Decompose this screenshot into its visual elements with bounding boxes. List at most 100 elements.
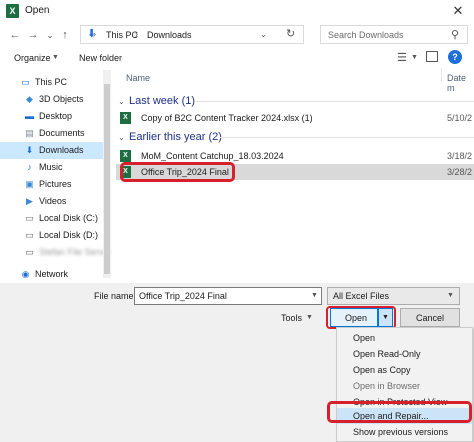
sidebar-item-documents[interactable]: ▤ Documents — [0, 125, 110, 142]
sidebar-item-desktop[interactable]: ▬ Desktop — [0, 108, 110, 125]
chevron-down-icon: ▼ — [52, 54, 59, 61]
up-arrow-icon[interactable]: ↑ — [58, 27, 72, 43]
menu-item-open-in-browser: Open in Browser — [337, 378, 472, 394]
sidebar-item-label: Downloads — [39, 145, 84, 155]
group-header-earlier-this-year[interactable]: Earlier this year (2) — [129, 131, 222, 143]
window-title: Open — [25, 5, 50, 16]
menu-item-label: Open Read-Only — [353, 349, 421, 359]
sidebar-item-music[interactable]: ♪ Music — [0, 159, 110, 176]
file-row[interactable]: X Copy of B2C Content Tracker 2024.xlsx … — [116, 110, 474, 126]
file-date: 3/18/2 — [447, 151, 473, 161]
menu-item-label: Open in Browser — [353, 381, 421, 391]
file-date: 3/28/2 — [447, 167, 473, 177]
network-drive-icon: ▭ — [25, 247, 34, 257]
preview-pane-icon[interactable] — [426, 51, 438, 62]
documents-icon: ▤ — [25, 128, 34, 138]
sidebar-item-label: Videos — [39, 196, 67, 206]
menu-item-label: Show previous versions — [353, 427, 449, 437]
menu-item-label: Open as Copy — [353, 365, 411, 375]
organize-button[interactable]: Organize — [14, 53, 51, 63]
file-name-field[interactable]: Office Trip_2024 Final ▼ — [134, 287, 322, 305]
group-divider — [196, 101, 474, 102]
chevron-down-icon[interactable]: ▼ — [306, 314, 313, 321]
chevron-down-icon[interactable]: ⌄ — [118, 133, 125, 142]
sidebar-item-label: Pictures — [39, 179, 72, 189]
search-placeholder: Search Downloads — [328, 30, 404, 40]
view-options-icon[interactable]: ☰ — [397, 51, 407, 64]
sidebar-item-local-disk-d[interactable]: ▭ Local Disk (D:) — [0, 227, 110, 244]
sidebar-item-pictures[interactable]: ▣ Pictures — [0, 176, 110, 193]
menu-item-open[interactable]: Open — [337, 330, 472, 346]
column-divider[interactable] — [441, 68, 442, 82]
search-icon: ⚲ — [451, 29, 460, 41]
chevron-down-icon[interactable]: ▼ — [311, 292, 318, 299]
sidebar-item-3d-objects[interactable]: ◆ 3D Objects — [0, 91, 110, 108]
menu-item-label: Open — [353, 333, 376, 343]
network-icon: ◉ — [21, 269, 30, 279]
new-folder-button[interactable]: New folder — [79, 53, 122, 63]
tools-button[interactable]: Tools — [281, 313, 302, 323]
sidebar-item-downloads[interactable]: ⬇ Downloads — [0, 142, 103, 159]
back-arrow-icon[interactable]: ← — [8, 27, 22, 43]
open-options-menu: Open Open Read-Only Open as Copy Open in… — [336, 327, 473, 442]
sidebar-item-label: This PC — [35, 77, 68, 87]
breadcrumb-this-pc[interactable]: This PC — [106, 30, 138, 40]
chevron-down-icon: ▼ — [447, 292, 454, 299]
music-icon: ♪ — [27, 162, 32, 172]
disk-icon: ▭ — [25, 213, 34, 223]
chevron-down-icon[interactable]: ⌄ — [118, 97, 125, 106]
menu-item-show-previous-versions[interactable]: Show previous versions — [337, 424, 472, 440]
column-header-date[interactable]: Date m — [447, 73, 474, 93]
menu-item-open-as-copy[interactable]: Open as Copy — [337, 362, 472, 378]
sidebar-item-label: Stefan File Server — [39, 247, 112, 257]
sidebar-item-label: Documents — [39, 128, 85, 138]
menu-item-open-read-only[interactable]: Open Read-Only — [337, 346, 472, 362]
sidebar-item-label: Desktop — [39, 111, 73, 121]
cancel-button[interactable]: Cancel — [400, 308, 460, 327]
videos-icon: ▶ — [26, 196, 33, 206]
file-name-label: File name: — [94, 291, 137, 301]
excel-file-icon: X — [120, 150, 131, 162]
sidebar-item-file-server[interactable]: ▭ Stefan File Server — [0, 244, 112, 261]
refresh-icon[interactable]: ↻ — [286, 27, 295, 40]
file-type-select[interactable]: All Excel Files ▼ — [327, 287, 460, 305]
file-date: 5/10/2 — [447, 113, 473, 123]
sidebar-item-label: Network — [35, 269, 69, 279]
help-icon[interactable]: ? — [448, 50, 462, 64]
breadcrumb-separator-icon: › — [135, 29, 138, 39]
sidebar-item-network[interactable]: ◉ Network — [0, 266, 110, 283]
file-name-value: Office Trip_2024 Final — [139, 291, 227, 301]
sidebar-scrollbar-thumb[interactable] — [104, 84, 110, 274]
address-dropdown-icon[interactable]: ⌄ — [260, 30, 267, 39]
column-header-name[interactable]: Name — [126, 73, 150, 83]
recent-locations-chevron-icon[interactable]: ⌄ — [43, 27, 57, 43]
3d-objects-icon: ◆ — [26, 94, 33, 104]
pictures-icon: ▣ — [25, 179, 34, 189]
excel-app-icon: X — [6, 4, 19, 18]
disk-icon: ▭ — [25, 230, 34, 240]
downloads-icon: ⬇ — [25, 145, 34, 155]
sidebar-item-local-disk-c[interactable]: ▭ Local Disk (C:) — [0, 210, 110, 227]
sidebar-item-label: 3D Objects — [39, 94, 84, 104]
forward-arrow-icon[interactable]: → — [26, 27, 40, 43]
red-highlight-box — [120, 162, 235, 182]
cancel-button-label: Cancel — [416, 313, 445, 323]
group-divider — [220, 137, 474, 138]
close-icon[interactable]: ✕ — [446, 3, 470, 19]
title-bar — [0, 0, 474, 22]
sidebar-item-label: Local Disk (C:) — [39, 213, 99, 223]
sidebar-item-label: Local Disk (D:) — [39, 230, 99, 240]
file-name: Copy of B2C Content Tracker 2024.xlsx (1… — [141, 113, 313, 123]
breadcrumb-downloads[interactable]: Downloads — [147, 30, 192, 40]
chevron-down-icon[interactable]: ▼ — [411, 54, 418, 61]
desktop-icon: ▬ — [25, 111, 34, 121]
group-header-last-week[interactable]: Last week (1) — [129, 95, 195, 107]
red-highlight-box — [326, 306, 396, 329]
file-name: MoM_Content Catchup_18.03.2024 — [141, 151, 284, 161]
breadcrumb-separator-icon: › — [93, 29, 96, 39]
address-bar[interactable]: ⬇ › This PC › Downloads — [80, 25, 304, 44]
sidebar-item-this-pc[interactable]: ▭ This PC — [0, 74, 110, 91]
sidebar-item-videos[interactable]: ▶ Videos — [0, 193, 110, 210]
search-input[interactable]: Search Downloads ⚲ — [320, 25, 468, 44]
pc-icon: ▭ — [21, 77, 30, 87]
